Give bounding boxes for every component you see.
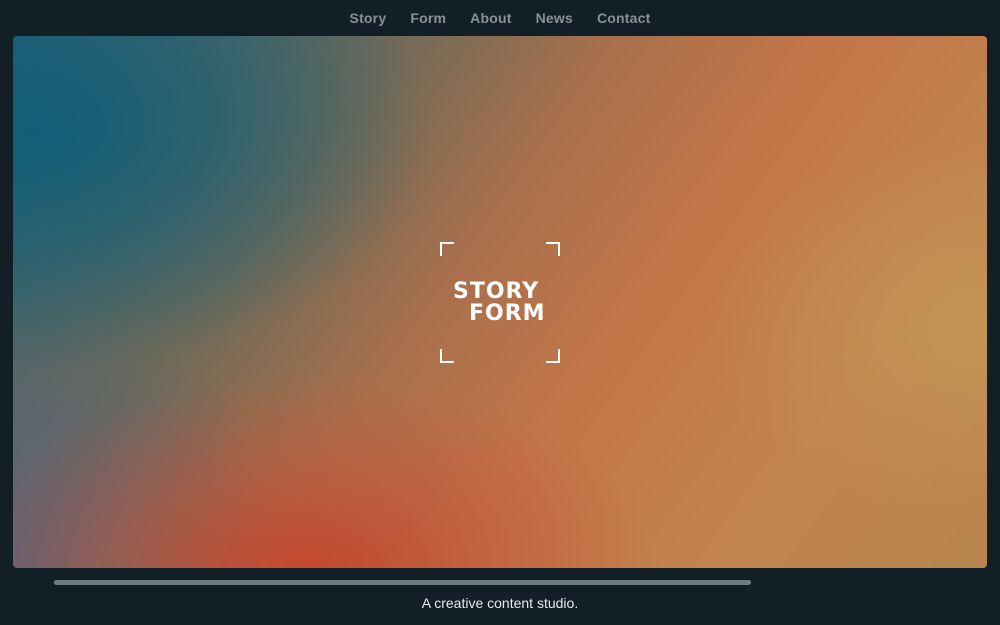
logo-frame-corner-top-left — [440, 242, 454, 256]
progress-bar-fill — [54, 580, 751, 585]
logo-text-line-2: FORM — [469, 301, 546, 326]
nav-link-form[interactable]: Form — [410, 10, 446, 26]
nav-link-news[interactable]: News — [536, 10, 573, 26]
logo-frame-corner-bottom-left — [440, 349, 454, 363]
storyform-logo: STORY FORM — [440, 242, 560, 363]
hero-video[interactable]: STORY FORM — [13, 36, 987, 568]
progress-bar[interactable] — [54, 580, 751, 585]
main-nav: Story Form About News Contact — [0, 0, 1000, 36]
nav-link-story[interactable]: Story — [350, 10, 387, 26]
nav-link-about[interactable]: About — [470, 10, 511, 26]
logo-frame-corner-bottom-right — [546, 349, 560, 363]
tagline: A creative content studio. — [421, 595, 579, 611]
logo-frame-corner-top-right — [546, 242, 560, 256]
nav-link-contact[interactable]: Contact — [597, 10, 651, 26]
